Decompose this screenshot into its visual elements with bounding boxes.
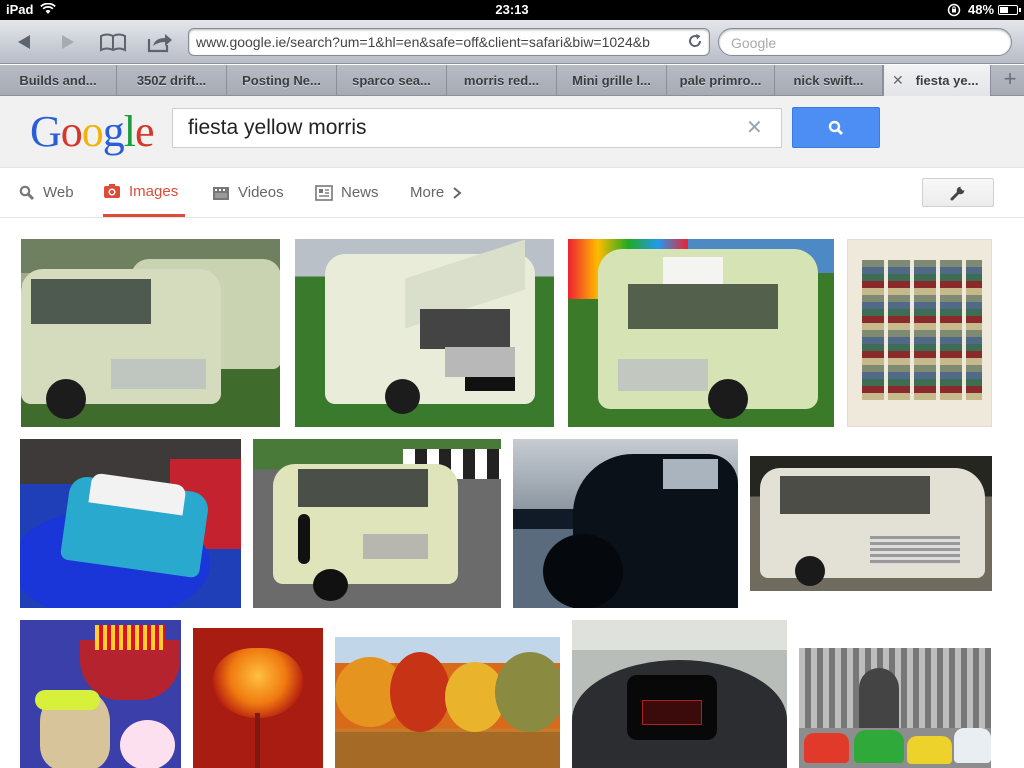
tab-3[interactable]: Posting Ne...: [227, 65, 337, 96]
result-thumbnail[interactable]: [572, 620, 787, 768]
nav-news[interactable]: News: [315, 168, 379, 217]
new-tab-button[interactable]: +: [996, 65, 1024, 96]
nav-videos-label: Videos: [238, 184, 284, 201]
result-thumbnail[interactable]: [750, 456, 992, 591]
result-thumbnail[interactable]: [335, 637, 560, 768]
result-thumbnail[interactable]: [847, 239, 992, 427]
back-button[interactable]: [6, 26, 42, 58]
settings-button[interactable]: [922, 178, 994, 207]
reload-icon[interactable]: [687, 33, 703, 52]
search-icon: [828, 120, 844, 135]
tab-1[interactable]: Builds and...: [0, 65, 117, 96]
result-thumbnail[interactable]: [253, 439, 501, 608]
clear-query-icon[interactable]: ✕: [746, 115, 763, 140]
nav-more-label: More: [410, 184, 445, 201]
nav-more[interactable]: More: [410, 168, 462, 217]
result-thumbnail[interactable]: [799, 648, 991, 768]
tab-7[interactable]: pale primro...: [667, 65, 775, 96]
search-button[interactable]: [792, 107, 880, 148]
query-input[interactable]: fiesta yellow morris: [172, 108, 782, 148]
nav-web-label: Web: [43, 184, 74, 201]
forward-button[interactable]: [50, 26, 86, 58]
browser-toolbar: www.google.ie/search?um=1&hl=en&safe=off…: [0, 20, 1024, 64]
tab-active-label: fiesta ye...: [915, 73, 979, 88]
result-thumbnail[interactable]: [21, 239, 280, 427]
battery-icon: [998, 5, 1021, 15]
tab-6[interactable]: Mini grille l...: [557, 65, 667, 96]
search-icon: [19, 185, 35, 200]
result-thumbnail[interactable]: [568, 239, 834, 427]
wrench-icon: [950, 185, 965, 200]
result-thumbnail[interactable]: [20, 620, 181, 768]
rotation-lock-icon: [947, 3, 961, 20]
google-header: Google fiesta yellow morris ✕: [0, 96, 1024, 168]
search-nav: Web Images Videos News More: [0, 168, 1024, 218]
close-tab-icon[interactable]: ✕: [892, 72, 904, 89]
result-thumbnail[interactable]: [513, 439, 738, 608]
tab-active[interactable]: ✕ fiesta ye...: [883, 65, 991, 96]
tab-strip: Builds and... 350Z drift... Posting Ne..…: [0, 65, 1024, 96]
camera-icon: [104, 184, 120, 198]
nav-news-label: News: [341, 184, 379, 201]
bookmarks-button[interactable]: [95, 26, 131, 58]
result-thumbnail[interactable]: [20, 439, 241, 608]
tab-4[interactable]: sparco sea...: [337, 65, 447, 96]
chevron-right-icon: [453, 186, 462, 199]
nav-images-label: Images: [129, 182, 179, 200]
search-placeholder: Google: [731, 35, 777, 51]
address-bar[interactable]: www.google.ie/search?um=1&hl=en&safe=off…: [188, 28, 710, 56]
google-logo[interactable]: Google: [30, 106, 155, 157]
search-field[interactable]: Google: [718, 28, 1012, 56]
nav-web[interactable]: Web: [19, 168, 74, 217]
url-text: www.google.ie/search?um=1&hl=en&safe=off…: [196, 34, 650, 50]
tab-2[interactable]: 350Z drift...: [117, 65, 227, 96]
newspaper-icon: [315, 184, 333, 201]
nav-images[interactable]: Images: [103, 168, 185, 217]
tab-5[interactable]: morris red...: [447, 65, 557, 96]
tab-8[interactable]: nick swift...: [775, 65, 883, 96]
nav-videos[interactable]: Videos: [212, 168, 284, 217]
clock: 23:13: [495, 2, 529, 17]
result-thumbnail[interactable]: [295, 239, 554, 427]
status-bar: iPad 23:13 48%: [0, 0, 1024, 20]
share-button[interactable]: [142, 26, 178, 58]
film-icon: [213, 186, 229, 200]
battery-percent: 48%: [968, 2, 995, 17]
query-text: fiesta yellow morris: [188, 116, 367, 139]
result-thumbnail[interactable]: [193, 628, 323, 768]
